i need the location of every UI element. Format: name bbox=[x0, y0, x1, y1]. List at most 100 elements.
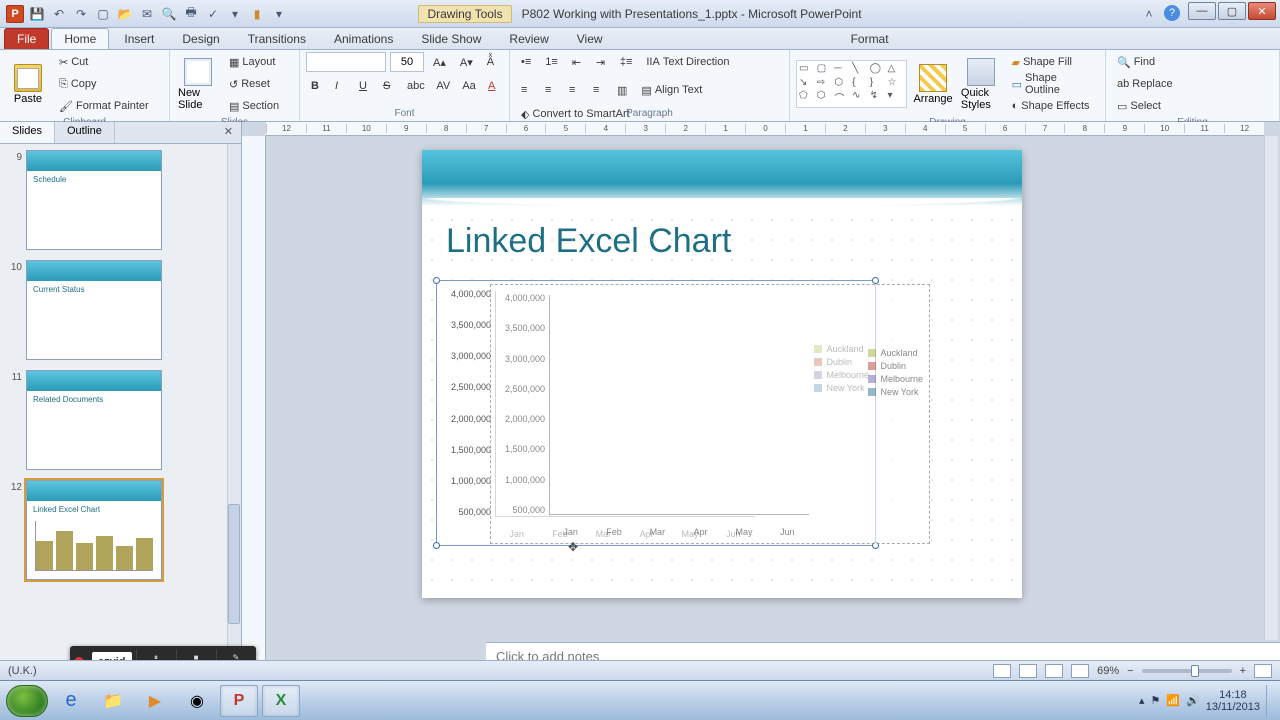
change-case-button[interactable]: Aa bbox=[457, 76, 479, 96]
layout-button[interactable]: ▦Layout bbox=[224, 52, 284, 72]
slide-title[interactable]: Linked Excel Chart bbox=[422, 206, 1022, 265]
outline-tab[interactable]: Outline bbox=[55, 122, 115, 143]
text-direction-button[interactable]: IIAText Direction bbox=[641, 52, 734, 72]
copy-button[interactable]: ⎘Copy bbox=[54, 74, 154, 94]
slide-thumbnail[interactable]: 11Related Documents bbox=[6, 370, 235, 470]
align-right-button[interactable]: ≡ bbox=[564, 80, 584, 100]
editor-vscrollbar[interactable] bbox=[1264, 136, 1278, 640]
grow-font-button[interactable]: A▴ bbox=[428, 52, 451, 72]
qat-more-icon[interactable]: ▾ bbox=[226, 5, 244, 23]
close-pane-icon[interactable]: ✕ bbox=[216, 122, 241, 143]
tray-up-icon[interactable]: ▴ bbox=[1139, 694, 1145, 707]
open-icon[interactable]: 📂 bbox=[116, 5, 134, 23]
redo-icon[interactable]: ↷ bbox=[72, 5, 90, 23]
underline-button[interactable]: U bbox=[354, 76, 374, 96]
thumbnails[interactable]: 9Schedule10Current Status11Related Docum… bbox=[0, 144, 241, 680]
align-center-button[interactable]: ≡ bbox=[540, 80, 560, 100]
numbering-button[interactable]: 1≡ bbox=[540, 52, 563, 72]
sorter-view-button[interactable] bbox=[1019, 664, 1037, 678]
italic-button[interactable]: I bbox=[330, 76, 350, 96]
new-icon[interactable]: ▢ bbox=[94, 5, 112, 23]
zoom-in-button[interactable]: + bbox=[1240, 665, 1246, 677]
taskbar-explorer-icon[interactable]: 📁 bbox=[94, 685, 132, 717]
shape-fill-button[interactable]: ▰Shape Fill bbox=[1007, 52, 1099, 72]
thumbs-scrollbar[interactable] bbox=[227, 144, 241, 680]
cut-button[interactable]: ✂Cut bbox=[54, 52, 154, 72]
tab-view[interactable]: View bbox=[564, 28, 616, 49]
clear-format-button[interactable]: Aͯ bbox=[482, 52, 502, 72]
print-preview-icon[interactable]: 🔍 bbox=[160, 5, 178, 23]
columns-button[interactable]: ▥ bbox=[612, 80, 632, 100]
format-painter-button[interactable]: 🖌Format Painter bbox=[54, 96, 154, 116]
paste-button[interactable]: Paste bbox=[6, 62, 50, 107]
chart-icon[interactable]: ▮ bbox=[248, 5, 266, 23]
undo-icon[interactable]: ↶ bbox=[50, 5, 68, 23]
slide-thumbnail[interactable]: 10Current Status bbox=[6, 260, 235, 360]
taskbar-ie-icon[interactable]: e bbox=[52, 685, 90, 717]
tray-volume-icon[interactable]: 🔊 bbox=[1186, 694, 1200, 707]
tab-file[interactable]: File bbox=[4, 28, 49, 49]
shape-outline-button[interactable]: ▭Shape Outline bbox=[1007, 74, 1099, 94]
slide-thumbnail[interactable]: 12Linked Excel Chart bbox=[6, 480, 235, 580]
zoom-slider-knob[interactable] bbox=[1191, 665, 1199, 677]
fit-to-window-button[interactable] bbox=[1254, 664, 1272, 678]
line-spacing-button[interactable]: ‡≡ bbox=[615, 52, 638, 72]
reset-button[interactable]: ↺Reset bbox=[224, 74, 284, 94]
slide-canvas[interactable]: Linked Excel Chart 4,000,0003,500,0003,0… bbox=[422, 150, 1022, 598]
reading-view-button[interactable] bbox=[1045, 664, 1063, 678]
status-language[interactable]: (U.K.) bbox=[8, 665, 37, 677]
font-color-button[interactable]: A bbox=[483, 76, 503, 96]
increase-indent-button[interactable]: ⇥ bbox=[591, 52, 611, 72]
slide-thumbnail[interactable]: 9Schedule bbox=[6, 150, 235, 250]
new-slide-button[interactable]: New Slide bbox=[176, 56, 220, 113]
normal-view-button[interactable] bbox=[993, 664, 1011, 678]
slide-editor[interactable]: 1211109876543210123456789101112 Linked E… bbox=[242, 122, 1280, 680]
char-spacing-button[interactable]: AV bbox=[431, 76, 453, 96]
tab-home[interactable]: Home bbox=[51, 28, 109, 49]
quick-print-icon[interactable]: 🖶 bbox=[182, 5, 200, 23]
taskbar-chrome-icon[interactable]: ◉ bbox=[178, 685, 216, 717]
spelling-icon[interactable]: ✓ bbox=[204, 5, 222, 23]
close-button[interactable]: ✕ bbox=[1248, 2, 1276, 20]
bullets-button[interactable]: •≡ bbox=[516, 52, 536, 72]
thumbs-scroll-thumb[interactable] bbox=[228, 504, 240, 624]
tab-design[interactable]: Design bbox=[169, 28, 232, 49]
tab-format[interactable]: Format bbox=[838, 28, 902, 49]
arrange-button[interactable]: Arrange bbox=[911, 62, 955, 107]
strike-button[interactable]: S bbox=[378, 76, 398, 96]
system-tray[interactable]: ▴ ⚑ 📶 🔊 14:1813/11/2013 bbox=[1139, 685, 1274, 717]
show-desktop-button[interactable] bbox=[1266, 685, 1274, 717]
shadow-button[interactable]: abc bbox=[402, 76, 427, 96]
tab-transitions[interactable]: Transitions bbox=[235, 28, 319, 49]
tray-flag-icon[interactable]: ⚑ bbox=[1150, 694, 1160, 707]
justify-button[interactable]: ≡ bbox=[588, 80, 608, 100]
email-icon[interactable]: ✉ bbox=[138, 5, 156, 23]
help-icon[interactable]: ? bbox=[1164, 5, 1180, 21]
tab-slideshow[interactable]: Slide Show bbox=[408, 28, 494, 49]
start-button[interactable] bbox=[6, 685, 48, 717]
save-icon[interactable]: 💾 bbox=[28, 5, 46, 23]
minimize-ribbon-icon[interactable]: ˄ bbox=[1140, 5, 1158, 23]
maximize-button[interactable]: ▢ bbox=[1218, 2, 1246, 20]
zoom-level[interactable]: 69% bbox=[1097, 665, 1119, 677]
tab-review[interactable]: Review bbox=[496, 28, 561, 49]
slides-tab[interactable]: Slides bbox=[0, 122, 55, 143]
section-button[interactable]: ▤Section bbox=[224, 96, 284, 116]
tray-clock[interactable]: 14:1813/11/2013 bbox=[1206, 689, 1260, 713]
taskbar-media-icon[interactable]: ▶ bbox=[136, 685, 174, 717]
shape-effects-button[interactable]: ◐Shape Effects bbox=[1007, 96, 1099, 116]
select-button[interactable]: ▭Select bbox=[1112, 96, 1273, 116]
quick-styles-button[interactable]: Quick Styles bbox=[959, 56, 1003, 113]
align-left-button[interactable]: ≡ bbox=[516, 80, 536, 100]
find-button[interactable]: 🔍Find bbox=[1112, 52, 1273, 72]
bold-button[interactable]: B bbox=[306, 76, 326, 96]
tray-network-icon[interactable]: 📶 bbox=[1166, 694, 1180, 707]
decrease-indent-button[interactable]: ⇤ bbox=[567, 52, 587, 72]
tab-animations[interactable]: Animations bbox=[321, 28, 406, 49]
font-family-selector[interactable] bbox=[306, 52, 386, 72]
shapes-gallery[interactable]: ▭▢─╲◯△ ↘⇨⬡{}☆ ⬠⬡⌒∿↯▾ bbox=[796, 60, 907, 108]
zoom-slider[interactable] bbox=[1142, 669, 1232, 673]
qat-customize-icon[interactable]: ▾ bbox=[270, 5, 288, 23]
font-size-input[interactable] bbox=[390, 52, 424, 72]
minimize-button[interactable]: — bbox=[1188, 2, 1216, 20]
